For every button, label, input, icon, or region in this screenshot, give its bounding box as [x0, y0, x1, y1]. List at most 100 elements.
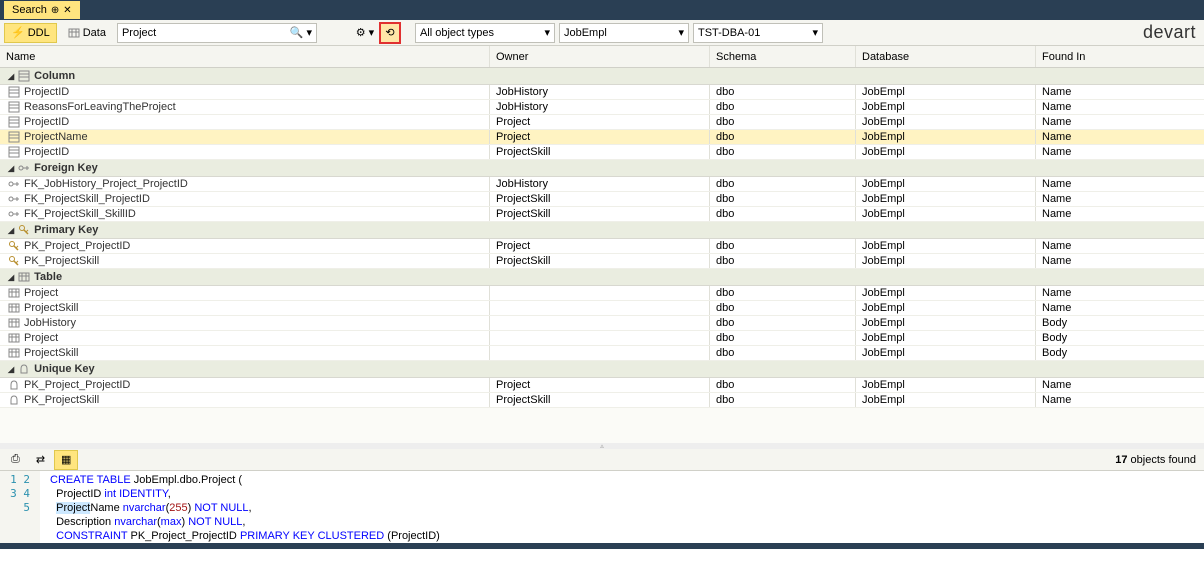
table-icon: [8, 317, 20, 329]
result-row[interactable]: ProjectdboJobEmplName: [0, 286, 1204, 301]
header-database[interactable]: Database: [856, 46, 1036, 67]
row-name: FK_JobHistory_Project_ProjectID: [24, 178, 188, 190]
collapse-icon: ◢: [8, 273, 14, 282]
result-row[interactable]: ReasonsForLeavingTheProjectJobHistorydbo…: [0, 100, 1204, 115]
table-icon: [8, 347, 20, 359]
result-row[interactable]: ProjectSkilldboJobEmplName: [0, 301, 1204, 316]
row-owner: Project: [490, 378, 710, 392]
toolbar: ⚡DDL Data 🔍 ▾ ⚙ ▾ ⟲ All object types▾ Jo…: [0, 20, 1204, 46]
column-icon: [8, 116, 20, 128]
collapse-icon: ◢: [8, 226, 14, 235]
pin-icon[interactable]: ⊕: [51, 5, 59, 16]
result-row[interactable]: ProjectIDProjectSkilldboJobEmplName: [0, 145, 1204, 160]
result-row[interactable]: ProjectIDJobHistorydboJobEmplName: [0, 85, 1204, 100]
table-icon: [8, 287, 20, 299]
row-database: JobEmpl: [856, 85, 1036, 99]
code-lines[interactable]: CREATE TABLE JobEmpl.dbo.Project ( Proje…: [40, 471, 440, 543]
header-schema[interactable]: Schema: [710, 46, 856, 67]
row-name: ReasonsForLeavingTheProject: [24, 101, 176, 113]
preview-btn-3[interactable]: ▦: [54, 450, 78, 470]
column-icon: [8, 101, 20, 113]
result-row[interactable]: ProjectdboJobEmplBody: [0, 331, 1204, 346]
row-database: JobEmpl: [856, 239, 1036, 253]
ddl-button[interactable]: ⚡DDL: [4, 23, 57, 43]
group-label: Table: [34, 271, 62, 283]
row-foundin: Name: [1036, 85, 1196, 99]
schema-dropdown[interactable]: JobEmpl▾: [559, 23, 689, 43]
group-toggle-button[interactable]: ⟲: [379, 22, 401, 44]
search-tab[interactable]: Search ⊕ ✕: [4, 1, 80, 19]
tab-title: Search: [12, 4, 47, 16]
group-header[interactable]: ◢ Table: [0, 269, 1204, 286]
result-row[interactable]: FK_ProjectSkill_SkillIDProjectSkilldboJo…: [0, 207, 1204, 222]
row-name: ProjectID: [24, 146, 69, 158]
search-input[interactable]: 🔍 ▾: [117, 23, 317, 43]
column-icon: [8, 131, 20, 143]
group-label: Primary Key: [34, 224, 98, 236]
header-owner[interactable]: Owner: [490, 46, 710, 67]
row-foundin: Name: [1036, 239, 1196, 253]
row-owner: JobHistory: [490, 85, 710, 99]
result-row[interactable]: ProjectNameProjectdboJobEmplName: [0, 130, 1204, 145]
objects-found: 17 objects found: [1115, 454, 1196, 466]
search-field[interactable]: [122, 27, 282, 39]
row-foundin: Name: [1036, 378, 1196, 392]
row-owner: [490, 301, 710, 315]
row-schema: dbo: [710, 346, 856, 360]
data-button[interactable]: Data: [61, 23, 113, 43]
row-schema: dbo: [710, 378, 856, 392]
result-row[interactable]: PK_ProjectSkillProjectSkilldboJobEmplNam…: [0, 254, 1204, 269]
result-row[interactable]: PK_ProjectSkillProjectSkilldboJobEmplNam…: [0, 393, 1204, 408]
row-database: JobEmpl: [856, 331, 1036, 345]
search-icon[interactable]: 🔍 ▾: [290, 26, 312, 39]
results-grid: ◢ColumnProjectIDJobHistorydboJobEmplName…: [0, 68, 1204, 408]
header-name[interactable]: Name: [0, 46, 490, 67]
row-owner: [490, 331, 710, 345]
row-schema: dbo: [710, 301, 856, 315]
server-dropdown[interactable]: TST-DBA-01▾: [693, 23, 823, 43]
row-schema: dbo: [710, 254, 856, 268]
row-name: FK_ProjectSkill_ProjectID: [24, 193, 150, 205]
fk-icon: [8, 208, 20, 220]
group-header[interactable]: ◢Column: [0, 68, 1204, 85]
row-schema: dbo: [710, 316, 856, 330]
row-database: JobEmpl: [856, 301, 1036, 315]
collapse-icon: ◢: [8, 365, 14, 374]
pk-icon: [18, 224, 30, 236]
collapse-icon: ◢: [8, 164, 14, 173]
row-foundin: Body: [1036, 316, 1196, 330]
brand-logo: devart: [1143, 22, 1196, 43]
result-row[interactable]: FK_JobHistory_Project_ProjectIDJobHistor…: [0, 177, 1204, 192]
row-database: JobEmpl: [856, 393, 1036, 407]
group-label: Unique Key: [34, 363, 95, 375]
result-row[interactable]: JobHistorydboJobEmplBody: [0, 316, 1204, 331]
group-header[interactable]: ◢ Primary Key: [0, 222, 1204, 239]
gear-icon[interactable]: ⚙ ▾: [355, 23, 375, 43]
row-foundin: Name: [1036, 207, 1196, 221]
preview-btn-1[interactable]: ⎙: [4, 450, 27, 470]
row-name: ProjectSkill: [24, 302, 78, 314]
result-row[interactable]: PK_Project_ProjectIDProjectdboJobEmplNam…: [0, 378, 1204, 393]
row-database: JobEmpl: [856, 130, 1036, 144]
preview-btn-2[interactable]: ⇄: [29, 450, 52, 470]
row-name: ProjectName: [24, 131, 88, 143]
row-foundin: Body: [1036, 331, 1196, 345]
row-name: ProjectID: [24, 86, 69, 98]
fk-icon: [18, 162, 30, 174]
result-row[interactable]: PK_Project_ProjectIDProjectdboJobEmplNam…: [0, 239, 1204, 254]
group-header[interactable]: ◢ Unique Key: [0, 361, 1204, 378]
result-row[interactable]: FK_ProjectSkill_ProjectIDProjectSkilldbo…: [0, 192, 1204, 207]
row-name: PK_ProjectSkill: [24, 255, 99, 267]
row-owner: ProjectSkill: [490, 207, 710, 221]
result-row[interactable]: ProjectIDProjectdboJobEmplName: [0, 115, 1204, 130]
header-foundin[interactable]: Found In: [1036, 46, 1196, 67]
group-header[interactable]: ◢Foreign Key: [0, 160, 1204, 177]
pk-icon: [8, 240, 20, 252]
row-owner: Project: [490, 239, 710, 253]
close-icon[interactable]: ✕: [63, 5, 71, 16]
table-icon: [18, 271, 30, 283]
row-database: JobEmpl: [856, 316, 1036, 330]
object-types-dropdown[interactable]: All object types▾: [415, 23, 555, 43]
result-row[interactable]: ProjectSkilldboJobEmplBody: [0, 346, 1204, 361]
row-foundin: Name: [1036, 192, 1196, 206]
